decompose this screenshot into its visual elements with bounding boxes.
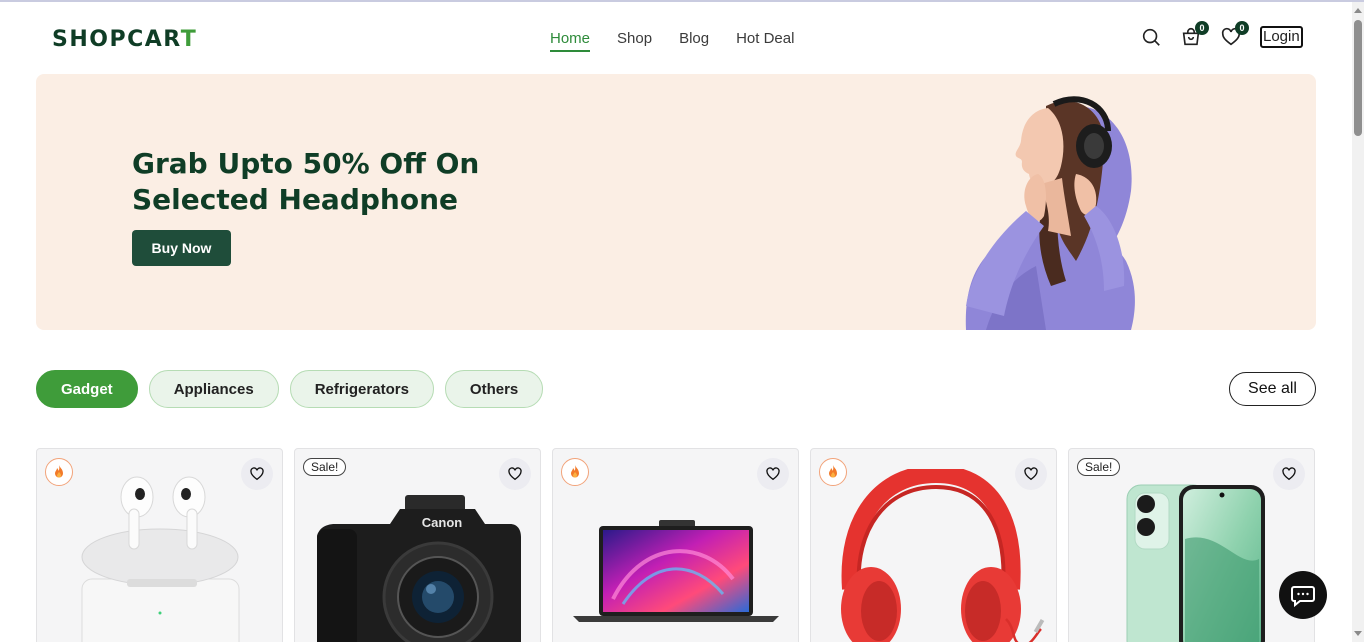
category-tabs: Gadget Appliances Refrigerators Others xyxy=(36,370,544,408)
promo-banner: Grab Upto 50% Off On Selected Headphone … xyxy=(36,74,1316,330)
product-grid: Sale! Canon Sale! xyxy=(36,448,1315,642)
chat-icon[interactable] xyxy=(1279,571,1327,619)
heart-icon[interactable]: 0 xyxy=(1220,21,1249,48)
laptop-image xyxy=(573,520,779,622)
main-nav: Home Shop Blog Hot Deal xyxy=(550,30,794,52)
cart-count-badge: 0 xyxy=(1195,21,1209,35)
product-card[interactable] xyxy=(36,448,283,642)
scrollbar-thumb[interactable] xyxy=(1354,20,1362,136)
red-headphones-image xyxy=(841,469,1045,642)
tab-others[interactable]: Others xyxy=(444,370,544,408)
product-card[interactable]: Sale! Canon xyxy=(294,448,541,642)
scroll-down-arrow-icon[interactable] xyxy=(1354,631,1362,636)
headphone-model-image xyxy=(965,96,1135,330)
login-button[interactable]: Login xyxy=(1260,26,1303,48)
nav-hot-deal-link[interactable]: Hot Deal xyxy=(736,30,794,52)
scroll-up-arrow-icon[interactable] xyxy=(1354,8,1362,13)
site-logo[interactable]: SHOPCART xyxy=(52,27,197,52)
page-scrollbar[interactable] xyxy=(1352,2,1364,642)
wishlist-count-badge: 0 xyxy=(1235,21,1249,35)
see-all-button[interactable]: See all xyxy=(1229,372,1316,406)
green-phone-image xyxy=(1126,484,1265,642)
tab-appliances[interactable]: Appliances xyxy=(148,370,279,408)
banner-title-line-2: Selected Headphone xyxy=(132,183,459,216)
product-card[interactable] xyxy=(552,448,799,642)
airpods-image xyxy=(81,476,240,642)
banner-title: Grab Upto 50% Off On Selected Headphone xyxy=(132,146,552,218)
tab-gadget[interactable]: Gadget xyxy=(36,370,138,408)
product-card[interactable]: Sale! xyxy=(1068,448,1315,642)
nav-blog-link[interactable]: Blog xyxy=(679,30,709,52)
header-actions: 0 0 Login xyxy=(1140,21,1303,48)
camera-brand-text: Canon xyxy=(422,515,463,530)
nav-shop-link[interactable]: Shop xyxy=(617,30,652,52)
product-card[interactable] xyxy=(810,448,1057,642)
buy-now-button[interactable]: Buy Now xyxy=(132,230,231,266)
search-icon[interactable] xyxy=(1140,26,1162,48)
nav-home-link[interactable]: Home xyxy=(550,30,591,52)
site-header: SHOPCART Home Shop Blog Hot Deal 0 0 Log… xyxy=(0,2,1352,74)
tab-refrigerators[interactable]: Refrigerators xyxy=(289,370,434,408)
banner-title-line-1: Grab Upto 50% Off On xyxy=(132,147,480,180)
cart-icon[interactable]: 0 xyxy=(1180,21,1209,48)
canon-camera-image: Canon xyxy=(317,495,521,642)
